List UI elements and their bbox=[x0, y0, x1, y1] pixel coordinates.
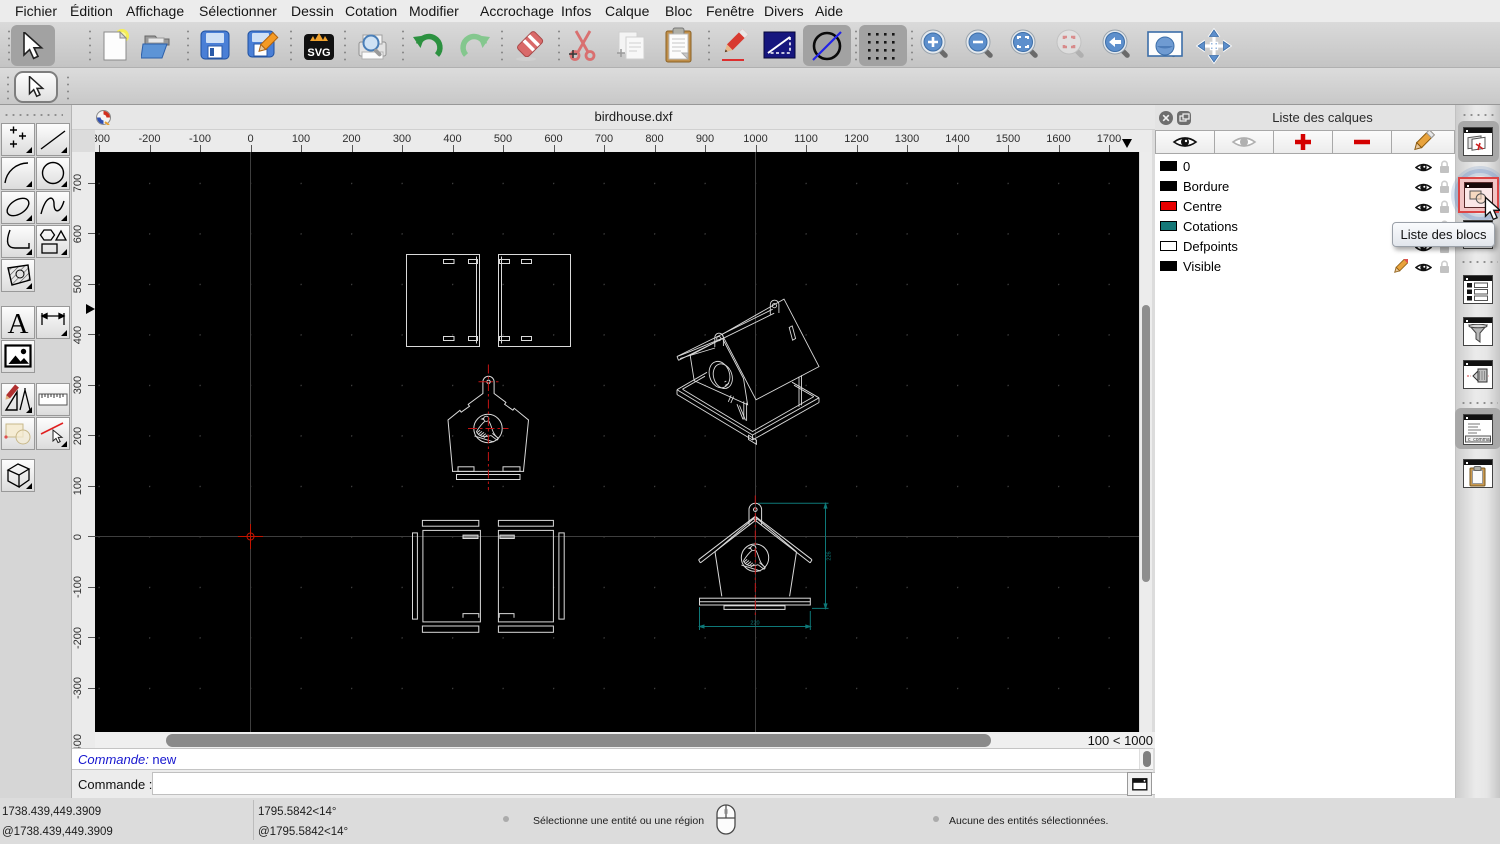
svg-text:220: 220 bbox=[750, 621, 759, 627]
svg-text:226: 226 bbox=[827, 551, 833, 560]
svg-text:c_command: c_command bbox=[1468, 437, 1491, 443]
svg-text:A: A bbox=[8, 308, 29, 338]
svg-text:SVG: SVG bbox=[307, 47, 330, 59]
